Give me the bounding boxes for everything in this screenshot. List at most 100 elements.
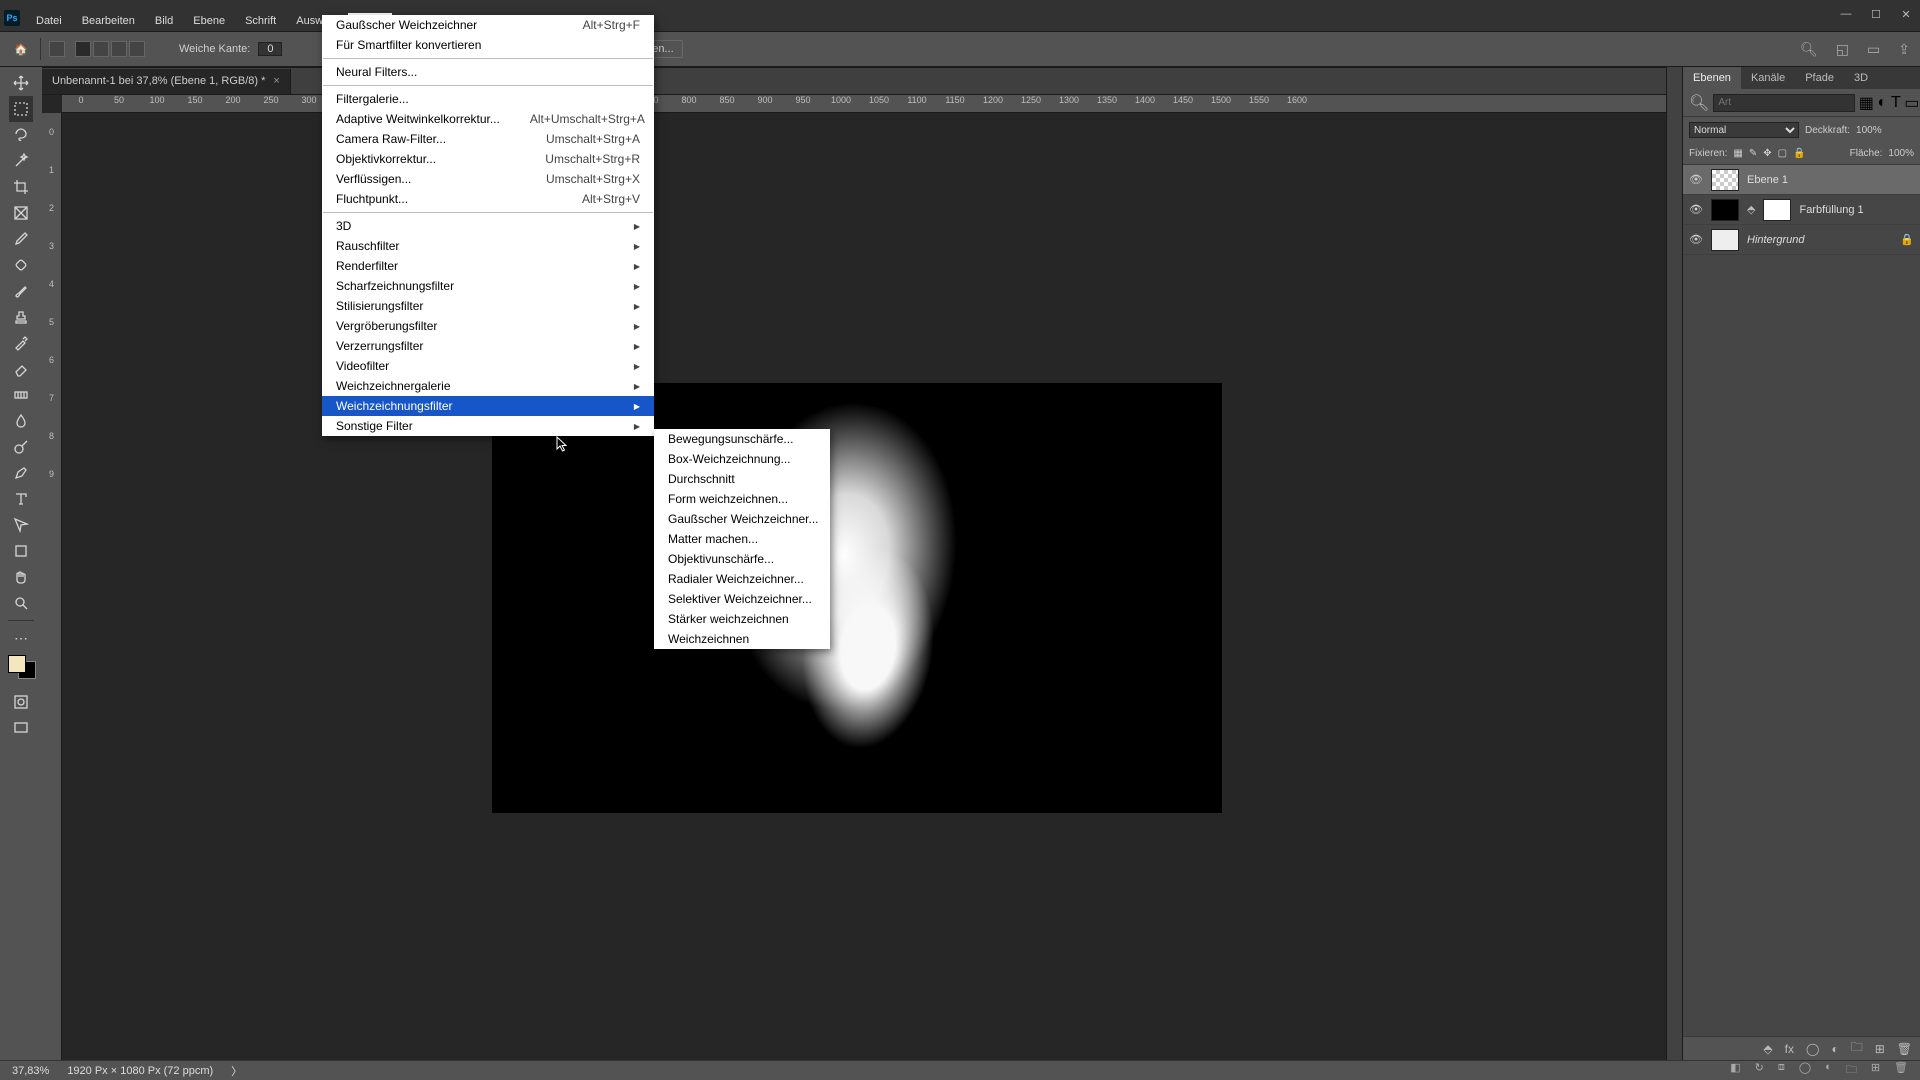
menu-item[interactable]: Fluchtpunkt...Alt+Strg+V	[322, 189, 654, 209]
marquee-mode-icon[interactable]	[49, 41, 65, 57]
lock-trans-icon[interactable]: ▦	[1733, 148, 1742, 159]
menu-item[interactable]: Weichzeichnungsfilter	[322, 396, 654, 416]
view-icon[interactable]: ◱	[1836, 41, 1849, 58]
sel-int-icon[interactable]	[129, 41, 145, 57]
sel-new-icon[interactable]	[75, 41, 91, 57]
panel-tabs[interactable]: EbenenKanälePfade3D	[1683, 67, 1920, 89]
menu-item[interactable]: Gaußscher WeichzeichnerAlt+Strg+F	[322, 15, 654, 35]
submenu-item[interactable]: Form weichzeichnen...	[654, 489, 830, 509]
visibility-icon[interactable]: 👁	[1689, 233, 1703, 247]
history-brush-tool[interactable]	[9, 330, 33, 356]
timeline-icon[interactable]: ◧	[1730, 1061, 1740, 1080]
zoom-level[interactable]: 37,83%	[12, 1065, 49, 1077]
lock-pixel-icon[interactable]: ✎	[1749, 148, 1757, 159]
fill-value[interactable]: 100%	[1888, 148, 1914, 159]
lock-all-icon[interactable]: 🔒	[1793, 148, 1805, 159]
lock-pos-icon[interactable]: ✥	[1763, 148, 1771, 159]
filter-type-icon[interactable]: T	[1891, 96, 1901, 110]
submenu-item[interactable]: Durchschnitt	[654, 469, 830, 489]
menu-bild[interactable]: Bild	[145, 13, 183, 29]
submenu-item[interactable]: Gaußscher Weichzeichner...	[654, 509, 830, 529]
color-swatches[interactable]	[6, 655, 36, 679]
minimize-icon[interactable]: —	[1836, 8, 1856, 21]
quickmask-icon[interactable]	[9, 689, 33, 715]
pen-tool[interactable]	[9, 460, 33, 486]
layer-list[interactable]: 👁Ebene 1👁⬘Farbfüllung 1👁Hintergrund🔒	[1683, 165, 1920, 1036]
filter-shape-icon[interactable]: ▭	[1905, 96, 1919, 110]
menu-item[interactable]: Rauschfilter	[322, 236, 654, 256]
menu-item[interactable]: Stilisierungsfilter	[322, 296, 654, 316]
edit-toolbar-icon[interactable]: ⋯	[9, 625, 33, 651]
layer-thumb[interactable]	[1711, 229, 1739, 251]
menu-item[interactable]: Weichzeichnergalerie	[322, 376, 654, 396]
mask-icon[interactable]: ◯	[1799, 1061, 1811, 1080]
menu-schrift[interactable]: Schrift	[235, 13, 286, 29]
lock-nest-icon[interactable]: ▢	[1778, 148, 1787, 159]
filter-pixel-icon[interactable]: ▦	[1859, 96, 1873, 110]
zoom-tool[interactable]	[9, 590, 33, 616]
gpu-icon[interactable]: ⧈	[1778, 1061, 1785, 1080]
tools-panel[interactable]: ⋯	[0, 67, 42, 1060]
menu-ebene[interactable]: Ebene	[183, 13, 235, 29]
fg-color-swatch[interactable]	[8, 655, 26, 673]
collapsed-panels-strip[interactable]	[1666, 67, 1682, 1060]
submenu-item[interactable]: Box-Weichzeichnung...	[654, 449, 830, 469]
stamp-tool[interactable]	[9, 304, 33, 330]
type-tool[interactable]	[9, 486, 33, 512]
document-tab[interactable]: Unbenannt-1 bei 37,8% (Ebene 1, RGB/8) *…	[42, 69, 291, 94]
fx-icon[interactable]: fx	[1785, 1042, 1794, 1056]
adjust-icon[interactable]: ◐	[1825, 1061, 1832, 1080]
lasso-tool[interactable]	[9, 122, 33, 148]
panel-tab-kanäle[interactable]: Kanäle	[1741, 67, 1795, 89]
menu-item[interactable]: Videofilter	[322, 356, 654, 376]
mask-thumb[interactable]	[1763, 199, 1791, 221]
menu-item[interactable]: Vergröberungsfilter	[322, 316, 654, 336]
submenu-item[interactable]: Objektivunschärfe...	[654, 549, 830, 569]
menu-item[interactable]: Verzerrungsfilter	[322, 336, 654, 356]
screenmode-icon[interactable]	[9, 715, 33, 741]
menu-item[interactable]: Verflüssigen...Umschalt+Strg+X	[322, 169, 654, 189]
submenu-item[interactable]: Weichzeichnen	[654, 629, 830, 649]
gradient-tool[interactable]	[9, 382, 33, 408]
window-controls[interactable]: — ☐ ✕	[1836, 8, 1916, 21]
menu-item[interactable]: 3D	[322, 216, 654, 236]
close-icon[interactable]: ✕	[1896, 8, 1916, 21]
panel-tab-ebenen[interactable]: Ebenen	[1683, 67, 1741, 89]
submenu-item[interactable]: Bewegungsunschärfe...	[654, 429, 830, 449]
opacity-value[interactable]: 100%	[1856, 125, 1882, 136]
layer-thumb[interactable]	[1711, 199, 1739, 221]
workspace-icon[interactable]: ▭	[1867, 41, 1880, 58]
link-layers-icon[interactable]: ⬘	[1763, 1042, 1772, 1056]
menu-item[interactable]: Adaptive Weitwinkelkorrektur...Alt+Umsch…	[322, 109, 654, 129]
filter-menu[interactable]: Gaußscher WeichzeichnerAlt+Strg+FFür Sma…	[322, 15, 654, 436]
submenu-item[interactable]: Radialer Weichzeichner...	[654, 569, 830, 589]
folder-icon[interactable]: 🗀	[1846, 1061, 1857, 1080]
feather-value[interactable]: 0	[258, 42, 282, 56]
wand-tool[interactable]	[9, 148, 33, 174]
crop-tool[interactable]	[9, 174, 33, 200]
layer-name[interactable]: Ebene 1	[1747, 174, 1788, 186]
visibility-icon[interactable]: 👁	[1689, 203, 1703, 217]
layer-thumb[interactable]	[1711, 169, 1739, 191]
submenu-item[interactable]: Selektiver Weichzeichner...	[654, 589, 830, 609]
delete-icon[interactable]: 🗑	[1897, 1042, 1912, 1056]
submenu-item[interactable]: Matter machen...	[654, 529, 830, 549]
group-icon[interactable]: 🗀	[1851, 1038, 1863, 1059]
brush-tool[interactable]	[9, 278, 33, 304]
sel-add-icon[interactable]	[93, 41, 109, 57]
sel-sub-icon[interactable]	[111, 41, 127, 57]
new-layer-icon[interactable]: ⊞	[1875, 1042, 1885, 1056]
path-tool[interactable]	[9, 512, 33, 538]
layer-row[interactable]: 👁⬘Farbfüllung 1	[1683, 195, 1920, 225]
marquee-tool[interactable]	[9, 96, 33, 122]
blend-mode-select[interactable]: Normal	[1689, 122, 1799, 138]
search-icon[interactable]: 🔍︎	[1800, 41, 1818, 58]
eraser-tool[interactable]	[9, 356, 33, 382]
blur-tool[interactable]	[9, 408, 33, 434]
menu-item[interactable]: Scharfzeichnungsfilter	[322, 276, 654, 296]
layer-name[interactable]: Hintergrund	[1747, 234, 1804, 246]
maximize-icon[interactable]: ☐	[1866, 8, 1886, 21]
blur-submenu[interactable]: Bewegungsunschärfe...Box-Weichzeichnung.…	[654, 429, 830, 649]
share-icon[interactable]: ⇪	[1898, 41, 1910, 58]
submenu-item[interactable]: Stärker weichzeichnen	[654, 609, 830, 629]
